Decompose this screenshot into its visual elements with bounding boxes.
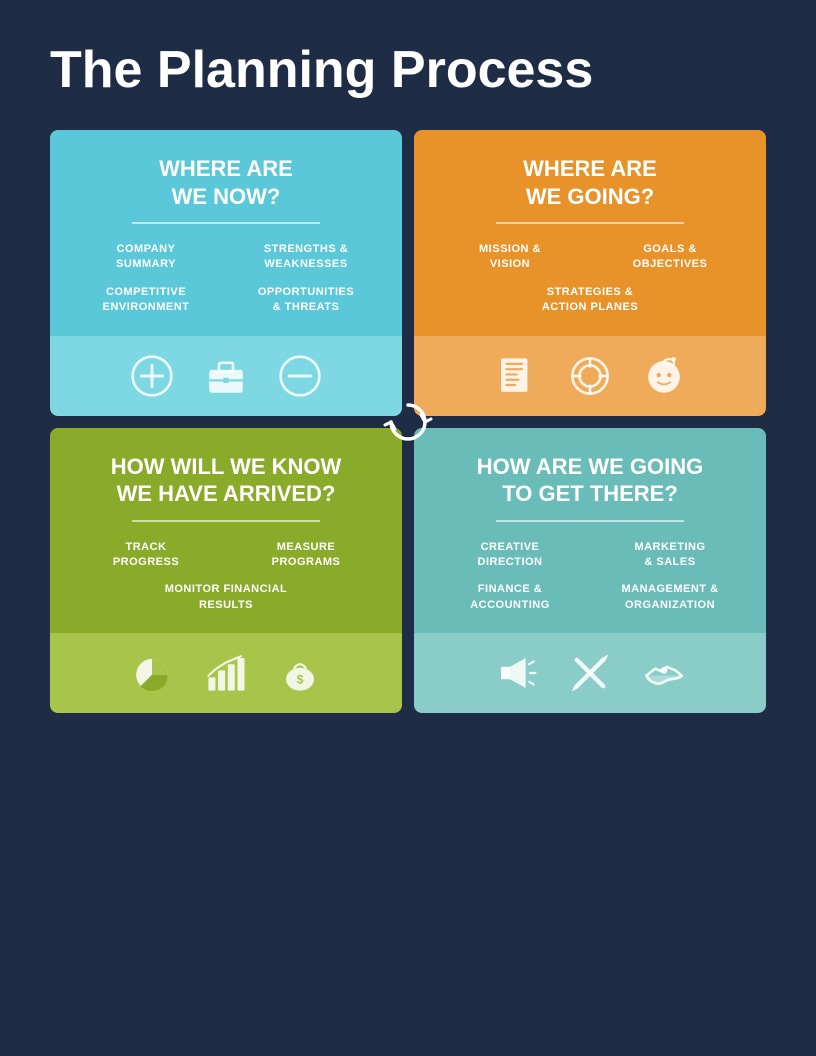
card-where-going: WHERE AREWE GOING? MISSION &VISION GOALS… [414,130,766,416]
item-strengths-weaknesses: STRENGTHS &WEAKNESSES [230,242,382,273]
briefcase-icon [204,354,248,398]
card-bottom-2 [414,336,766,416]
handshake-icon [642,651,686,695]
target-icon [568,354,612,398]
card-where-now: WHERE AREWE NOW? COMPANYSUMMARY STRENGTH… [50,130,402,416]
card-heading-4: HOW ARE WE GOINGTO GET THERE? [434,453,746,508]
item-management-org: MANAGEMENT &ORGANIZATION [594,582,746,613]
item-competitive-env: COMPETITIVEENVIRONMENT [70,285,222,316]
minus-icon [278,354,322,398]
card-top-2: WHERE AREWE GOING? MISSION &VISION GOALS… [414,130,766,336]
item-creative-direction: CREATIVEDIRECTION [434,540,586,571]
card-items-3: TRACKPROGRESS MEASUREPROGRAMS MONITOR FI… [70,540,382,614]
item-track-progress: TRACKPROGRESS [70,540,222,571]
card-bottom-4 [414,633,766,713]
card-items-1: COMPANYSUMMARY STRENGTHS &WEAKNESSES COM… [70,242,382,316]
item-opportunities-threats: OPPORTUNITIES& THREATS [230,285,382,316]
card-heading-1: WHERE AREWE NOW? [70,155,382,210]
megaphone-icon [494,651,538,695]
item-goals-objectives: GOALS &OBJECTIVES [594,242,746,273]
tools-icon [568,651,612,695]
money-icon: $ [278,651,322,695]
item-mission-vision: MISSION &VISION [434,242,586,273]
card-top-3: HOW WILL WE KNOWWE HAVE ARRIVED? TRACKPR… [50,428,402,634]
card-items-4: CREATIVEDIRECTION MARKETING& SALES FINAN… [434,540,746,614]
item-company-summary: COMPANYSUMMARY [70,242,222,273]
item-strategies-action: STRATEGIES &ACTION PLANES [434,285,746,316]
plus-icon [130,354,174,398]
planning-grid: WHERE AREWE NOW? COMPANYSUMMARY STRENGTH… [0,130,816,713]
cycle-icon-center [383,397,433,447]
card-divider-4 [496,520,683,522]
checklist-icon [494,354,538,398]
item-marketing-sales: MARKETING& SALES [594,540,746,571]
card-divider-3 [132,520,319,522]
item-measure-programs: MEASUREPROGRAMS [230,540,382,571]
card-divider-1 [132,222,319,224]
card-heading-2: WHERE AREWE GOING? [434,155,746,210]
card-items-2: MISSION &VISION GOALS &OBJECTIVES STRATE… [434,242,746,316]
item-finance-accounting: FINANCE &ACCOUNTING [434,582,586,613]
card-top-1: WHERE AREWE NOW? COMPANYSUMMARY STRENGTH… [50,130,402,336]
refresh-icon [383,397,433,447]
card-heading-3: HOW WILL WE KNOWWE HAVE ARRIVED? [70,453,382,508]
svg-text:$: $ [297,673,304,687]
card-bottom-3: $ [50,633,402,713]
page-title: The Planning Process [0,0,816,130]
item-monitor-financial: MONITOR FINANCIALRESULTS [70,582,382,613]
card-top-4: HOW ARE WE GOINGTO GET THERE? CREATIVEDI… [414,428,766,634]
pie-chart-icon [130,651,174,695]
card-divider-2 [496,222,683,224]
bar-chart-icon [204,651,248,695]
thinking-icon [642,354,686,398]
card-how-get-there: HOW ARE WE GOINGTO GET THERE? CREATIVEDI… [414,428,766,714]
card-how-know: HOW WILL WE KNOWWE HAVE ARRIVED? TRACKPR… [50,428,402,714]
card-bottom-1 [50,336,402,416]
